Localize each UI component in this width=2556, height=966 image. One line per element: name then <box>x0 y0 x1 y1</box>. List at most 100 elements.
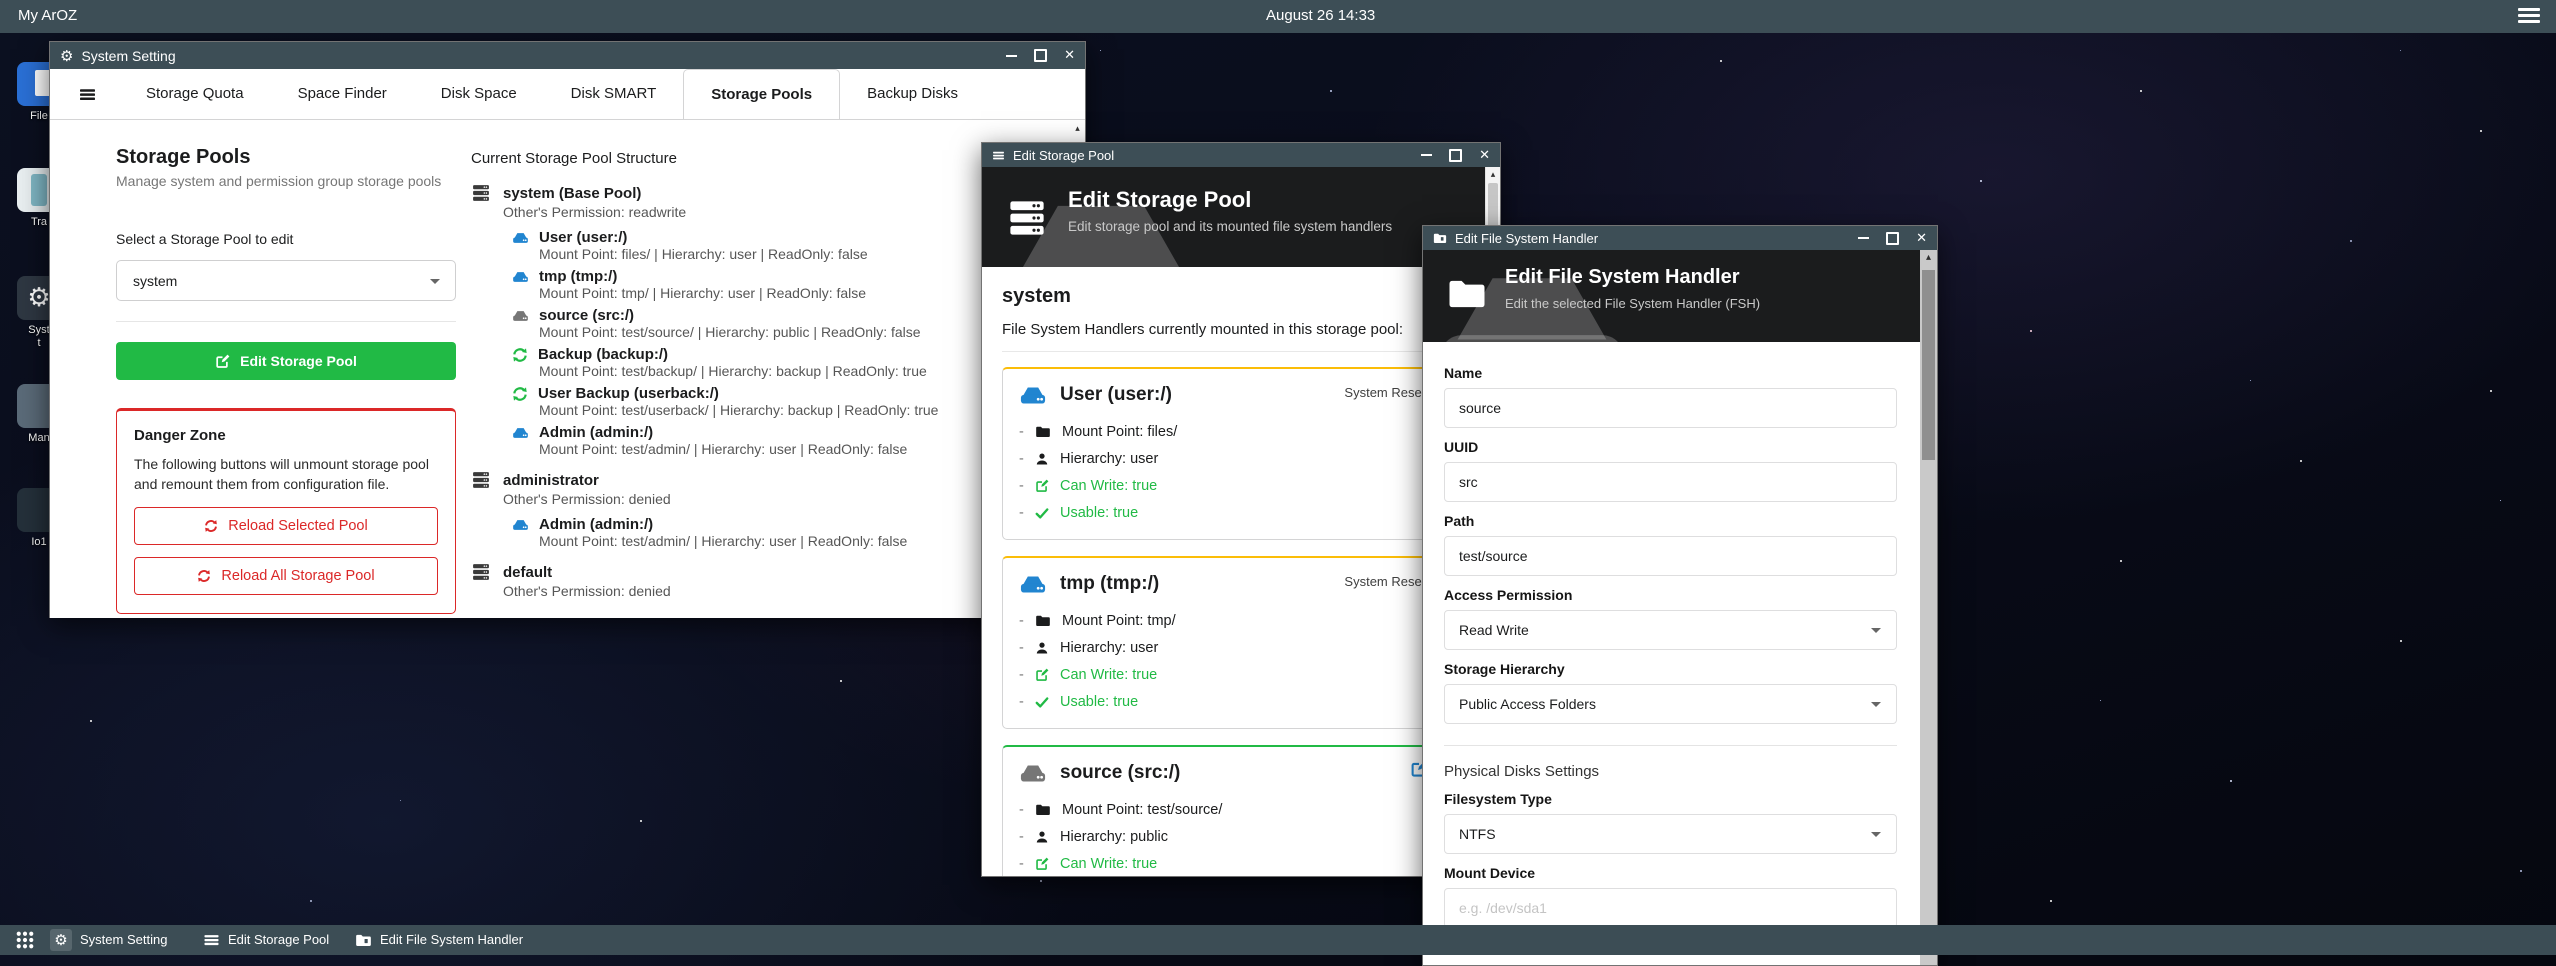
divider <box>1002 351 1464 352</box>
chevron-down-icon <box>430 279 440 284</box>
topbar-menu-icon[interactable] <box>2518 8 2540 24</box>
header-title: Edit File System Handler <box>1505 266 1740 289</box>
hdd-gray-icon <box>1019 762 1047 785</box>
window-title: Edit File System Handler <box>1455 231 1598 246</box>
card-item: Mount Point: files/ <box>1019 418 1447 445</box>
danger-zone: Danger Zone The following buttons will u… <box>116 408 456 614</box>
access-permission-label: Access Permission <box>1444 587 1897 603</box>
storage-pools-panel: Storage Pools Manage system and permissi… <box>50 120 1085 618</box>
gear-icon[interactable] <box>50 929 72 951</box>
mount-device-label: Mount Device <box>1444 865 1897 881</box>
scrollbar-thumb[interactable] <box>1922 270 1935 460</box>
pool-select-value: system <box>133 273 177 289</box>
edit-icon <box>1035 668 1049 682</box>
minimize-button[interactable] <box>1006 55 1017 57</box>
fsh-card-user: User (user:/) System Reserved Mount Poin… <box>1002 367 1464 540</box>
edit-icon <box>1035 857 1049 871</box>
filesystem-type-select[interactable]: NTFS <box>1444 814 1897 854</box>
tab-disk-space[interactable]: Disk Space <box>414 69 544 119</box>
menu-icon[interactable] <box>200 929 222 951</box>
folder-icon <box>1035 614 1051 627</box>
minimize-button[interactable] <box>1858 237 1869 239</box>
server-icon <box>1006 197 1048 239</box>
sync-green-icon <box>512 347 528 363</box>
scroll-up-icon[interactable] <box>1486 169 1500 180</box>
card-item: Hierarchy: public <box>1019 823 1447 850</box>
danger-zone-text: The following buttons will unmount stora… <box>134 454 438 495</box>
header-subtitle: Edit storage pool and its mounted file s… <box>1068 219 1392 234</box>
tab-storage-pools[interactable]: Storage Pools <box>683 69 840 119</box>
hdd-blue-icon <box>512 231 529 245</box>
user-icon <box>1035 641 1049 655</box>
card-item: Hierarchy: user <box>1019 445 1447 472</box>
maximize-button[interactable] <box>1886 232 1899 245</box>
reload-all-storage-pool-button[interactable]: Reload All Storage Pool <box>134 557 438 595</box>
edit-fsh-titlebar[interactable]: Edit File System Handler <box>1423 226 1937 250</box>
server-icon <box>471 183 491 203</box>
close-button[interactable] <box>1916 231 1927 246</box>
server-icon <box>471 562 491 582</box>
tab-storage-quota[interactable]: Storage Quota <box>119 69 271 119</box>
pool-select-label: Select a Storage Pool to edit <box>116 231 456 247</box>
hdd-blue-icon <box>1019 573 1047 596</box>
path-field[interactable] <box>1444 536 1897 576</box>
taskbar-item-edit-storage-pool[interactable]: Edit Storage Pool <box>228 932 329 947</box>
card-item: Can Write: true <box>1019 661 1447 688</box>
fsh-card-source: source (src:/) Mount Point: test/source/… <box>1002 745 1464 876</box>
page-subtitle: Manage system and permission group stora… <box>116 173 456 189</box>
name-field[interactable] <box>1444 388 1897 428</box>
reload-selected-pool-button[interactable]: Reload Selected Pool <box>134 507 438 545</box>
card-item: Usable: true <box>1019 499 1447 526</box>
window-scrollbar[interactable] <box>1920 250 1937 965</box>
minimize-button[interactable] <box>1421 154 1432 156</box>
name-label: Name <box>1444 365 1897 381</box>
edit-fsh-window: Edit File System Handler Edit File Syste… <box>1422 225 1938 966</box>
uuid-field[interactable] <box>1444 462 1897 502</box>
gear-icon <box>60 47 73 65</box>
chevron-down-icon <box>1871 702 1881 707</box>
maximize-button[interactable] <box>1034 49 1047 62</box>
close-button[interactable] <box>1064 48 1075 63</box>
card-item: Can Write: true <box>1019 850 1447 876</box>
edit-fsh-header: Edit File System Handler Edit the select… <box>1423 250 1937 342</box>
window-title: Edit Storage Pool <box>1013 148 1114 163</box>
tab-disk-smart[interactable]: Disk SMART <box>544 69 684 119</box>
scroll-up-icon[interactable] <box>1920 252 1937 263</box>
card-item: Usable: true <box>1019 688 1447 715</box>
maximize-button[interactable] <box>1449 149 1462 162</box>
taskbar-item-edit-fsh[interactable]: Edit File System Handler <box>380 932 523 947</box>
user-icon <box>1035 452 1049 466</box>
chevron-down-icon <box>1871 832 1881 837</box>
clock: August 26 14:33 <box>1266 7 1375 24</box>
menu-icon <box>992 150 1005 161</box>
access-permission-select[interactable]: Read Write <box>1444 610 1897 650</box>
close-button[interactable] <box>1479 148 1490 163</box>
folder-icon[interactable] <box>352 929 374 951</box>
scroll-up-icon[interactable] <box>1070 123 1085 134</box>
folder-icon <box>1433 232 1447 244</box>
folder-icon <box>1447 276 1487 310</box>
aroz-brand: My ArOZ <box>18 7 77 24</box>
hdd-gray-icon <box>512 309 529 323</box>
taskbar-item-system-setting[interactable]: System Setting <box>80 932 167 947</box>
sidebar-toggle-icon[interactable] <box>78 87 97 102</box>
mount-device-field[interactable] <box>1444 888 1897 928</box>
pool-name-heading: system <box>1002 285 1464 308</box>
edit-icon <box>215 354 230 369</box>
edit-icon <box>1035 479 1049 493</box>
tab-space-finder[interactable]: Space Finder <box>271 69 414 119</box>
storage-hierarchy-select[interactable]: Public Access Folders <box>1444 684 1897 724</box>
sync-icon <box>204 519 218 533</box>
edit-storage-pool-button[interactable]: Edit Storage Pool <box>116 342 456 380</box>
tab-backup-disks[interactable]: Backup Disks <box>840 69 985 119</box>
system-setting-titlebar[interactable]: System Setting <box>50 42 1085 69</box>
chevron-down-icon <box>1871 628 1881 633</box>
edit-storage-pool-titlebar[interactable]: Edit Storage Pool <box>982 143 1500 167</box>
hdd-blue-icon <box>1019 384 1047 407</box>
settings-tab-bar: Storage Quota Space Finder Disk Space Di… <box>50 69 1085 120</box>
pool-select[interactable]: system <box>116 260 456 301</box>
card-item: Mount Point: tmp/ <box>1019 607 1447 634</box>
card-item: Can Write: true <box>1019 472 1447 499</box>
app-grid-icon[interactable] <box>14 929 36 951</box>
edit-fsh-form: Name UUID Path Access Permission Read Wr… <box>1423 342 1937 965</box>
